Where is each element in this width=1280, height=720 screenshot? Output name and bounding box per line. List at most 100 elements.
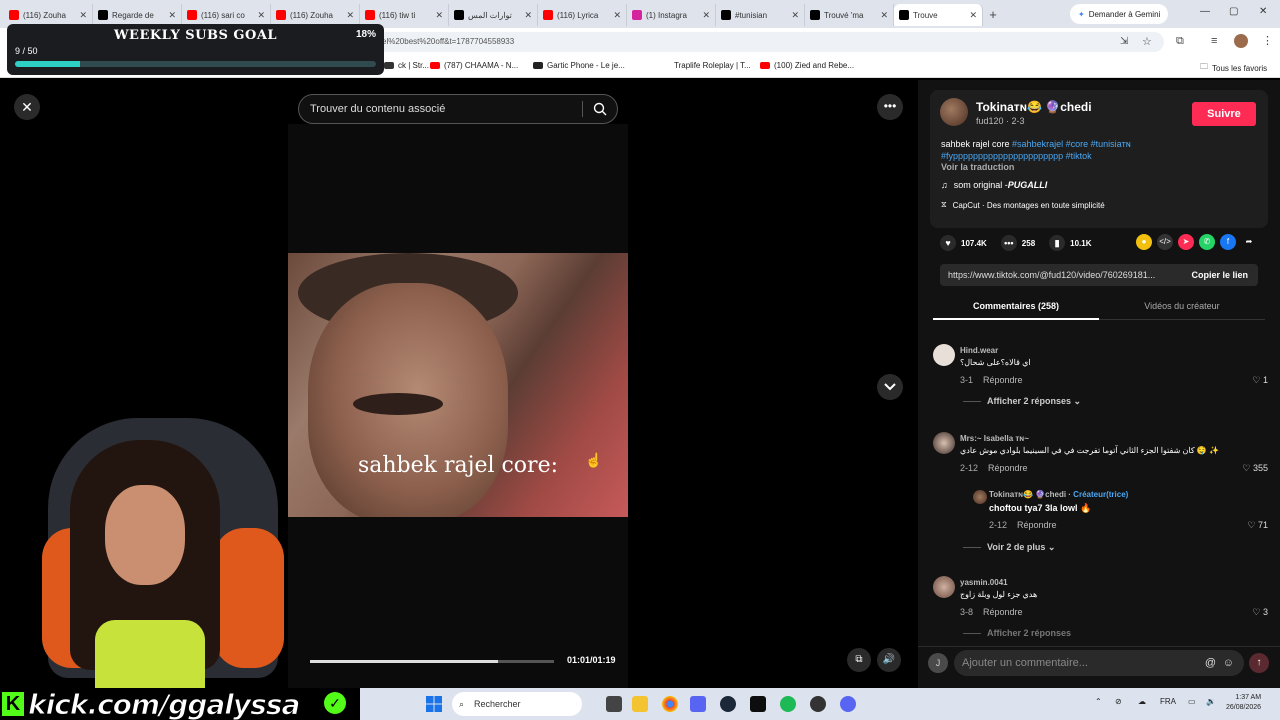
- translate-link[interactable]: Voir la traduction: [941, 162, 1014, 172]
- search-icon[interactable]: [593, 102, 607, 116]
- cloud-icon[interactable]: ☁: [1138, 697, 1146, 706]
- url-field[interactable]: el%20best%20off&t=1787704558933: [376, 32, 1164, 52]
- new-tab-button[interactable]: +: [983, 7, 1003, 22]
- bookmark-item[interactable]: (100) Zied and Rebe...: [760, 61, 854, 70]
- next-video-button[interactable]: [877, 374, 903, 400]
- copy-link-button[interactable]: Copier le lien: [1191, 270, 1248, 280]
- comment-button[interactable]: ••• 258: [1000, 235, 1035, 251]
- tab-close-icon[interactable]: ✕: [613, 10, 621, 21]
- comment-like[interactable]: ♡ 355: [1242, 463, 1268, 474]
- reply-button[interactable]: Répondre: [983, 375, 1023, 385]
- comment-like[interactable]: ♡ 3: [1252, 607, 1268, 618]
- browser-tab[interactable]: #tunisian ✕: [716, 4, 805, 26]
- browser-tab[interactable]: (116) tiw ti ✕: [360, 4, 449, 26]
- discord-icon[interactable]: [840, 696, 856, 712]
- like-button[interactable]: ♥ 107.4K: [940, 235, 987, 251]
- speaker-icon[interactable]: 🔉: [1206, 697, 1216, 706]
- tab-close-icon[interactable]: ✕: [435, 10, 443, 21]
- media-icon[interactable]: ≡: [1211, 35, 1217, 47]
- show-replies-button[interactable]: Afficher 2 réponses ⌄: [963, 396, 1081, 407]
- related-search-input[interactable]: Trouver du contenu associé: [298, 94, 618, 124]
- follow-button[interactable]: Suivre: [1192, 102, 1256, 126]
- lang-indicator[interactable]: FRA: [1160, 697, 1176, 706]
- comment-like[interactable]: ♡ 1: [1252, 375, 1268, 386]
- obs-icon[interactable]: [810, 696, 826, 712]
- pip-button[interactable]: ⧉: [847, 648, 871, 672]
- chrome-icon[interactable]: [662, 696, 678, 712]
- network-off-icon[interactable]: ⊘: [1115, 697, 1122, 706]
- reply-avatar[interactable]: [973, 490, 987, 504]
- snipping-tool-icon[interactable]: [690, 696, 706, 712]
- gemini-button[interactable]: ✦ Demander à Gemini: [1070, 4, 1169, 24]
- reply-button[interactable]: Répondre: [1017, 520, 1057, 530]
- reply-button[interactable]: Répondre: [983, 607, 1023, 617]
- share-arrow-icon[interactable]: ➦: [1241, 234, 1257, 250]
- facebook-icon[interactable]: f: [1220, 234, 1236, 250]
- steam-icon[interactable]: [720, 696, 736, 712]
- file-explorer-icon[interactable]: [632, 696, 648, 712]
- capcut-link[interactable]: ⧖ CapCut · Des montages en toute simplic…: [941, 200, 1105, 210]
- tab-close-icon[interactable]: ✕: [880, 10, 888, 21]
- install-icon[interactable]: ⇲: [1120, 36, 1128, 47]
- tab-close-icon[interactable]: ✕: [969, 10, 977, 21]
- commenter-avatar[interactable]: [933, 344, 955, 366]
- creator-avatar[interactable]: [940, 98, 968, 126]
- sound-link[interactable]: ♫ som original - PUGALLI: [941, 180, 1047, 190]
- bookmark-item[interactable]: ck | Str...: [384, 61, 429, 70]
- browser-tab[interactable]: Trouvé 'ma ✕: [805, 4, 894, 26]
- display-icon[interactable]: ▭: [1188, 697, 1196, 706]
- view-more-replies-button[interactable]: Voir 2 de plus ⌄: [963, 542, 1055, 553]
- video-progress-bar[interactable]: [310, 660, 554, 663]
- comment-input[interactable]: Ajouter un commentaire... @ ☺: [954, 650, 1244, 676]
- maximize-button[interactable]: ▢: [1229, 6, 1238, 17]
- profile-avatar[interactable]: [1234, 34, 1248, 48]
- all-bookmarks[interactable]: 🗀 Tous les favoris: [1200, 61, 1267, 75]
- tab-close-icon[interactable]: ✕: [346, 10, 354, 21]
- commenter-name[interactable]: Hind.wear: [960, 346, 998, 355]
- browser-tab[interactable]: Regarde de ✕: [93, 4, 182, 26]
- send-icon[interactable]: ➤: [1178, 234, 1194, 250]
- task-view-icon[interactable]: [606, 696, 622, 712]
- close-window-button[interactable]: ✕: [1259, 6, 1267, 17]
- browser-tab[interactable]: (116) Zouha ✕: [271, 4, 360, 26]
- creator-name[interactable]: Tokinaᴛɴ😂 🔮chedi: [976, 100, 1092, 114]
- terminal-icon[interactable]: [750, 696, 766, 712]
- mention-icon[interactable]: @: [1205, 650, 1216, 676]
- tab-close-icon[interactable]: ✕: [257, 10, 265, 21]
- tab-close-icon[interactable]: ✕: [168, 10, 176, 21]
- more-options-button[interactable]: •••: [877, 94, 903, 120]
- spotify-icon[interactable]: [780, 696, 796, 712]
- bookmark-item[interactable]: Gartic Phone - Le je...: [533, 61, 625, 70]
- commenter-name[interactable]: Mrs:~ Isabella ᴛɴ~: [960, 434, 1029, 443]
- reply-author[interactable]: Tokinaᴛɴ😂 🔮chedi · Créateur(trice): [989, 490, 1128, 499]
- tab-comments[interactable]: Commentaires (258): [933, 301, 1099, 311]
- video-link-url[interactable]: https://www.tiktok.com/@fud120/video/760…: [948, 270, 1176, 280]
- bookmark-item[interactable]: Traplife Roleplay | T...: [660, 61, 751, 70]
- embed-icon[interactable]: </>: [1157, 234, 1173, 250]
- taskbar-clock[interactable]: 1:37 AM 26/08/2026: [1226, 693, 1261, 713]
- tray-chevron-icon[interactable]: ⌃: [1095, 697, 1102, 706]
- whatsapp-icon[interactable]: ✆: [1199, 234, 1215, 250]
- commenter-avatar[interactable]: [933, 432, 955, 454]
- coin-icon[interactable]: ●: [1136, 234, 1152, 250]
- commenter-name[interactable]: yasmin.0041: [960, 578, 1008, 587]
- volume-button[interactable]: 🔊: [877, 648, 901, 672]
- tab-creator-videos[interactable]: Vidéos du créateur: [1099, 301, 1265, 311]
- user-avatar[interactable]: J: [928, 653, 948, 673]
- minimize-button[interactable]: —: [1200, 6, 1210, 17]
- reply-button[interactable]: Répondre: [988, 463, 1028, 473]
- emoji-icon[interactable]: ☺: [1223, 650, 1234, 676]
- tab-close-icon[interactable]: ✕: [791, 10, 799, 21]
- bookmark-star-icon[interactable]: ☆: [1142, 35, 1152, 48]
- browser-tab[interactable]: (116) Lyrica ✕: [538, 4, 627, 26]
- extensions-icon[interactable]: ⧉: [1176, 35, 1184, 48]
- taskbar-search[interactable]: ⌕ Rechercher: [452, 692, 582, 716]
- commenter-avatar[interactable]: [933, 576, 955, 598]
- menu-icon[interactable]: ⋮: [1262, 34, 1273, 47]
- browser-tab[interactable]: (116) Zouha ✕: [4, 4, 93, 26]
- browser-tab[interactable]: توارات المس ✕: [449, 4, 538, 26]
- windows-start-icon[interactable]: [426, 696, 442, 712]
- close-video-button[interactable]: ✕: [14, 94, 40, 120]
- tab-close-icon[interactable]: ✕: [524, 10, 532, 21]
- send-comment-button[interactable]: ↑: [1249, 653, 1269, 673]
